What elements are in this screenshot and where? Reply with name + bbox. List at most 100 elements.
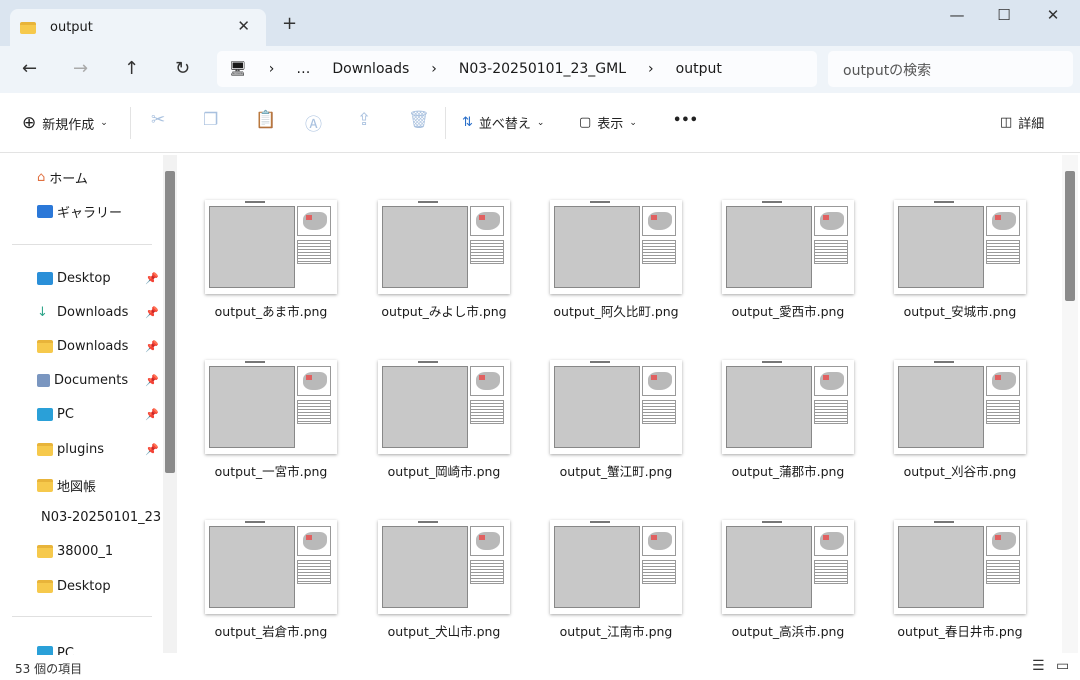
chevron-icon: › [648,61,654,77]
image-thumbnail [378,200,510,294]
sidebar-item-documents[interactable]: Documents [37,373,161,388]
sidebar-scrollbar[interactable] [163,155,177,653]
sidebar-label: plugins [57,442,104,457]
delete-icon[interactable]: 🗑 [408,110,430,130]
file-item[interactable]: output_阿久比町.png [532,200,700,320]
file-item[interactable]: output_岡崎市.png [360,360,528,480]
pin-icon[interactable]: 📌 [145,408,159,421]
tab-output[interactable]: output ✕ [10,9,266,46]
search-input[interactable]: outputの検索 [828,51,1073,87]
maximize-button[interactable]: ☐ [981,6,1027,24]
rename-icon[interactable]: Ⓐ [305,110,322,135]
sort-button[interactable]: ⇅ 並べ替え ⌄ [462,113,544,132]
divider [12,616,152,617]
details-button[interactable]: ◫ 詳細 [1000,113,1044,132]
sidebar-item-desktop-folder[interactable]: Desktop [37,579,161,594]
copy-icon[interactable]: ❐ [203,110,218,130]
image-thumbnail [550,360,682,454]
file-item[interactable]: output_春日井市.png [876,520,1044,640]
details-pane-icon: ◫ [1000,115,1013,130]
view-button[interactable]: ▢ 表示 ⌄ [579,113,637,132]
breadcrumb-output[interactable]: output [676,61,722,77]
sidebar-item-plugins[interactable]: plugins [37,442,161,457]
file-item[interactable]: output_高浜市.png [704,520,872,640]
sidebar-item-n03[interactable]: N03-20250101_23 [37,510,161,525]
file-item[interactable]: output_蒲郡市.png [704,360,872,480]
pin-icon[interactable]: 📌 [145,443,159,456]
sidebar-item-downloads[interactable]: ↓ Downloads [37,305,161,320]
more-button[interactable]: ••• [673,113,698,128]
status-bar: 53 個の項目 [0,655,1080,680]
image-thumbnail [894,200,1026,294]
pin-icon[interactable]: 📌 [145,374,159,387]
file-item[interactable]: output_あま市.png [187,200,355,320]
file-item[interactable]: output_愛西市.png [704,200,872,320]
sidebar-item-downloads-folder[interactable]: Downloads [37,339,161,354]
sort-icon: ⇅ [462,115,473,130]
new-tab-button[interactable]: + [282,13,297,34]
file-item[interactable]: output_岩倉市.png [187,520,355,640]
file-item[interactable]: output_刈谷市.png [876,360,1044,480]
close-window-button[interactable]: ✕ [1030,6,1076,24]
breadcrumb-downloads[interactable]: Downloads [332,61,409,77]
sidebar-item-pc[interactable]: PC [37,407,161,422]
file-item[interactable]: output_みよし市.png [360,200,528,320]
image-thumbnail [894,360,1026,454]
minimize-button[interactable]: — [934,6,980,24]
sidebar-label: Downloads [57,305,129,320]
view-label: 表示 [597,117,624,132]
details-view-icon[interactable]: ☰ [1032,658,1045,674]
breadcrumb-more[interactable]: … [296,61,310,77]
folder-icon [37,545,53,558]
image-thumbnail [378,520,510,614]
image-thumbnail [205,360,337,454]
divider [12,244,152,245]
navigation-pane: ⌂ ホーム ギャラリー Desktop ↓ Downloads Downloads … [0,153,178,655]
sidebar-item-pc-root[interactable]: PC [37,646,161,655]
file-item[interactable]: output_江南市.png [532,520,700,640]
back-button[interactable]: ← [22,58,37,79]
refresh-button[interactable]: ↻ [175,58,190,79]
file-name: output_高浜市.png [731,624,845,639]
scrollbar-thumb[interactable] [1065,171,1075,301]
file-item[interactable]: output_一宮市.png [187,360,355,480]
file-grid: output_あま市.png output_みよし市.png output_阿久比町… [178,153,1062,655]
paste-icon[interactable]: 📋 [255,110,276,130]
scrollbar-thumb[interactable] [165,171,175,473]
sidebar-item-home[interactable]: ⌂ ホーム [37,168,161,187]
sidebar-item-desktop[interactable]: Desktop [37,271,161,286]
file-name: output_春日井市.png [897,624,1023,639]
sidebar-label: N03-20250101_23 [41,510,161,525]
sidebar-item-38000[interactable]: 38000_1 [37,544,161,559]
pin-icon[interactable]: 📌 [145,306,159,319]
sidebar-label: Desktop [57,271,111,286]
file-name: output_犬山市.png [387,624,501,639]
content-scrollbar[interactable] [1062,155,1078,653]
breadcrumb-n03[interactable]: N03-20250101_23_GML [459,61,626,77]
sidebar-item-gallery[interactable]: ギャラリー [37,202,161,221]
new-button[interactable]: ⊕ 新規作成 ⌄ [22,113,108,133]
large-icons-view-icon[interactable]: ▭ [1056,658,1069,674]
documents-icon [37,374,50,387]
file-name: output_刈谷市.png [903,464,1017,479]
pin-icon[interactable]: 📌 [145,272,159,285]
gallery-icon [37,205,53,218]
sidebar-label: ギャラリー [57,206,123,221]
file-name: output_岩倉市.png [214,624,328,639]
file-item[interactable]: output_犬山市.png [360,520,528,640]
file-item[interactable]: output_蟹江町.png [532,360,700,480]
folder-icon [37,479,53,492]
share-icon[interactable]: ⇪ [357,110,371,130]
close-tab-button[interactable]: ✕ [237,17,250,35]
file-name: output_阿久比町.png [553,304,679,319]
address-bar[interactable]: 🖥 › … Downloads › N03-20250101_23_GML › out… [217,51,817,87]
image-thumbnail [894,520,1026,614]
file-item[interactable]: output_安城市.png [876,200,1044,320]
pin-icon[interactable]: 📌 [145,340,159,353]
forward-button[interactable]: → [73,58,88,79]
cut-icon[interactable]: ✂ [151,110,165,130]
up-button[interactable]: ↑ [124,58,139,79]
file-name: output_あま市.png [214,304,328,319]
sidebar-item-chizucho[interactable]: 地図帳 [37,476,161,495]
download-icon: ↓ [37,305,48,320]
